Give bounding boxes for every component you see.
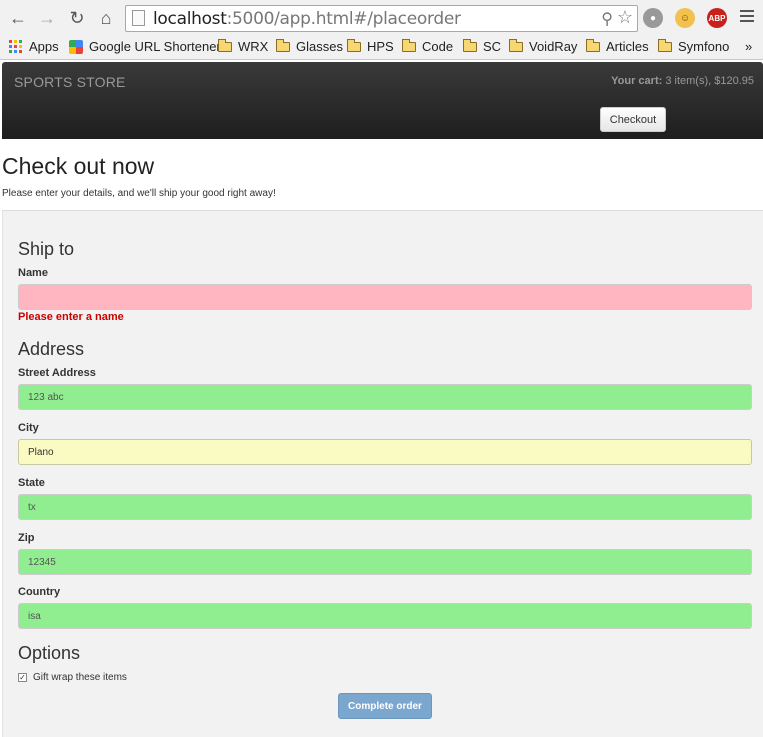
bookmark-label: Apps [29,39,59,54]
bookmark-label: Glasses [296,39,343,54]
bookmark-articles[interactable]: Articles [586,38,649,54]
country-label: Country [18,586,61,598]
url-text[interactable]: localhost:5000/app.html#/placeorder [153,9,461,29]
name-error: Please enter a name [18,311,124,323]
cart-details: 3 item(s), $120.95 [665,75,754,87]
forward-arrow-icon[interactable]: → [37,8,57,28]
folder-icon [347,38,361,52]
name-label: Name [18,267,48,279]
bookmark-label: Symfono [678,39,730,54]
name-input[interactable] [18,284,752,310]
bookmark-voidray[interactable]: VoidRay [509,38,578,54]
page-subtitle: Please enter your details, and we'll shi… [2,188,276,199]
options-heading: Options [18,643,81,663]
browser-menu-icon[interactable] [740,10,754,25]
street-label: Street Address [18,367,96,379]
bookmark-apps[interactable]: Apps [9,39,59,54]
search-icon[interactable]: ⚲ [601,9,613,29]
apps-grid-icon [9,40,22,53]
app-navbar: SPORTS STORE Your cart: 3 item(s), $120.… [2,62,763,139]
folder-icon [658,38,672,52]
back-arrow-icon[interactable]: ← [8,8,28,28]
page-icon [132,10,145,26]
bookmark-code[interactable]: Code [402,38,454,54]
bookmark-label: SC [483,39,502,54]
folder-icon [402,38,416,52]
browser-toolbar: ← → ↻ ⌂ localhost:5000/app.html#/placeor… [0,0,763,36]
bookmark-label: VoidRay [529,39,578,54]
brand[interactable]: SPORTS STORE [14,74,126,90]
url-path: :5000/app.html#/placeorder [226,9,461,29]
zip-label: Zip [18,532,35,544]
bookmark-label: HPS [367,39,394,54]
folder-icon [276,38,290,52]
bookmark-google-url-shortener[interactable]: Google URL Shortener [69,39,221,54]
city-input[interactable]: Plano [18,439,752,465]
city-label: City [18,422,39,434]
bookmark-label: Google URL Shortener [89,39,221,54]
zip-input[interactable]: 12345 [18,549,752,575]
face-extension-icon[interactable]: ☺ [675,8,695,28]
country-input[interactable]: isa [18,603,752,629]
bookmark-glasses[interactable]: Glasses [276,38,343,54]
giftwrap-checkbox[interactable]: ✓ [18,673,27,682]
state-input[interactable]: tx [18,494,752,520]
star-icon[interactable]: ☆ [617,7,633,28]
bookmarks-overflow-button[interactable]: » [745,39,752,54]
bookmark-label: WRX [238,39,269,54]
bookmark-label: Articles [606,39,649,54]
address-bar[interactable]: localhost:5000/app.html#/placeorder ⚲ ☆ [125,5,638,32]
bookmark-label: Code [422,39,454,54]
folder-icon [218,38,232,52]
bookmark-sc[interactable]: SC [463,38,502,54]
state-label: State [18,477,45,489]
bookmark-hps[interactable]: HPS [347,38,394,54]
extension-icon[interactable]: ● [643,8,663,28]
cart-summary: Your cart: 3 item(s), $120.95 [611,75,754,87]
giftwrap-label: Gift wrap these items [33,672,127,683]
reload-icon[interactable]: ↻ [67,8,87,28]
adblock-icon[interactable]: ABP [707,8,727,28]
page-title: Check out now [2,153,155,179]
home-icon[interactable]: ⌂ [96,8,116,28]
complete-order-button[interactable]: Complete order [338,693,432,719]
folder-icon [463,38,477,52]
bookmark-wrx[interactable]: WRX [218,38,269,54]
url-host: localhost [153,9,227,29]
address-heading: Address [18,339,85,359]
cart-label: Your cart: [611,75,663,87]
google-icon [69,39,83,54]
ship-to-heading: Ship to [18,239,75,259]
street-input[interactable]: 123 abc [18,384,752,410]
checkout-form: Ship to Name Please enter a name Address… [2,210,763,737]
folder-icon [586,38,600,52]
bookmark-symfono[interactable]: Symfono [658,38,730,54]
folder-icon [509,38,523,52]
bookmarks-bar: Apps Google URL Shortener WRX Glasses HP… [0,36,763,60]
giftwrap-option[interactable]: ✓ Gift wrap these items [18,672,127,683]
checkout-button[interactable]: Checkout [600,107,666,132]
